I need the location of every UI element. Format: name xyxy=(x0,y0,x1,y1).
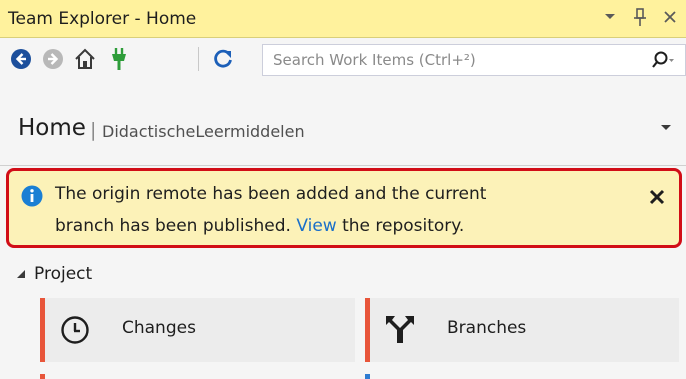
header-divider xyxy=(0,165,686,166)
project-name: DidactischeLeermiddelen xyxy=(102,122,305,141)
forward-arrow-icon[interactable] xyxy=(40,46,66,72)
banner-message-line1: The origin remote has been added and the… xyxy=(55,184,487,204)
next-tile-accent xyxy=(365,374,370,379)
project-section-header[interactable]: Project xyxy=(16,264,92,284)
search-icon[interactable] xyxy=(649,50,675,70)
connect-plug-icon[interactable] xyxy=(106,46,132,72)
dropdown-arrow-icon[interactable] xyxy=(602,6,618,28)
window-controls xyxy=(602,6,678,28)
team-explorer-window: Team Explorer - Home Search Work Items (… xyxy=(0,0,686,379)
changes-label: Changes xyxy=(122,318,196,338)
window-title: Team Explorer - Home xyxy=(8,9,197,29)
view-repository-link[interactable]: View xyxy=(296,216,336,236)
back-arrow-icon[interactable] xyxy=(8,46,34,72)
search-input[interactable] xyxy=(273,50,603,70)
search-box xyxy=(262,44,686,76)
banner-message-line2: branch has been published. View the repo… xyxy=(55,216,464,236)
title-separator: | xyxy=(90,119,97,141)
close-icon[interactable] xyxy=(662,6,678,28)
clock-icon xyxy=(59,314,91,346)
branches-tile[interactable]: Branches xyxy=(365,298,679,362)
chevron-down-icon[interactable] xyxy=(658,120,674,136)
page-title: Home xyxy=(18,115,86,141)
dismiss-icon[interactable] xyxy=(647,187,667,207)
title-bar: Team Explorer - Home xyxy=(0,0,686,38)
project-section-label: Project xyxy=(34,264,93,284)
page-header: Home | DidactischeLeermiddelen xyxy=(0,80,686,160)
info-banner: The origin remote has been added and the… xyxy=(6,168,682,248)
refresh-icon[interactable] xyxy=(210,46,236,72)
banner-text-end: the repository. xyxy=(336,216,465,236)
banner-text: branch has been published. xyxy=(55,216,297,236)
changes-tile[interactable]: Changes xyxy=(40,298,355,362)
info-icon xyxy=(21,185,43,207)
pin-icon[interactable] xyxy=(632,6,648,28)
collapse-triangle-icon xyxy=(17,270,25,278)
branch-merge-icon xyxy=(384,314,416,346)
toolbar-separator xyxy=(198,47,199,71)
toolbar xyxy=(0,38,686,80)
home-icon[interactable] xyxy=(72,46,98,72)
next-tile-accent xyxy=(40,374,45,379)
branches-label: Branches xyxy=(447,318,527,338)
